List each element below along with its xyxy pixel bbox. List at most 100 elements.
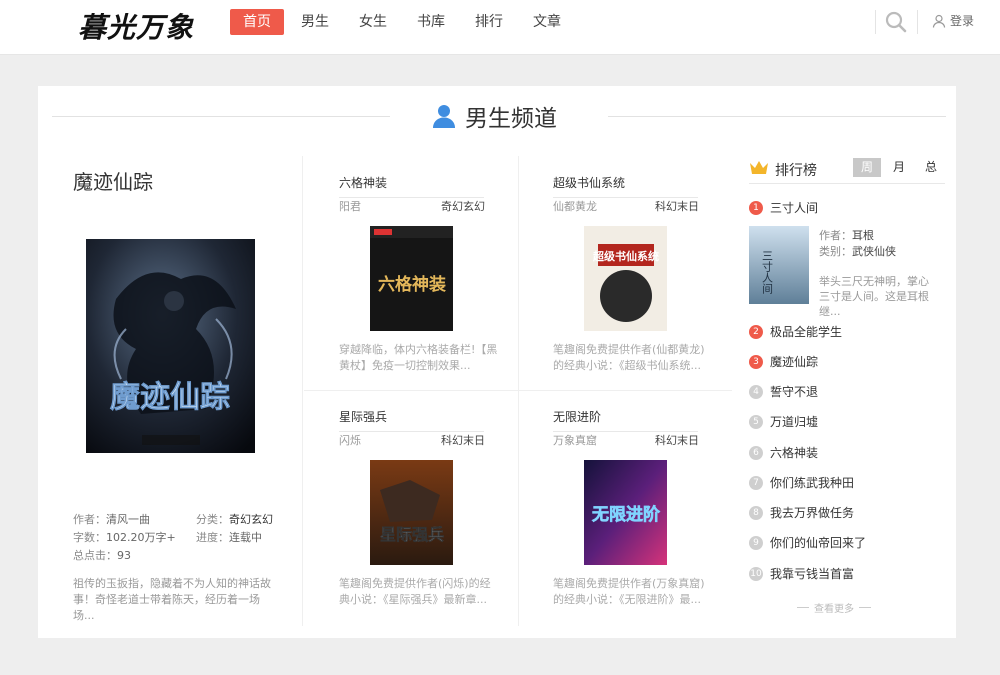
person-icon	[433, 105, 455, 128]
rank-number: 3	[749, 354, 763, 369]
tab-month[interactable]: 月	[885, 158, 913, 177]
rank-title: 三寸人间	[770, 201, 819, 215]
rank-number: 7	[749, 475, 763, 490]
book-author: 阳君	[339, 200, 361, 213]
book-cover[interactable]: 无限进阶	[584, 460, 667, 565]
header-divider	[917, 10, 918, 34]
ranking-item[interactable]: 1 三寸人间	[749, 199, 818, 216]
book-cover[interactable]: 六格神装	[370, 226, 453, 331]
featured-progress: 连载中	[229, 531, 262, 544]
rank-title: 誓守不退	[770, 385, 819, 399]
book-grid: 六格神装 阳君 奇幻玄幻 六格神装 穿越降临，体内六格装备栏!【黑黄杖】免疫一切…	[304, 156, 732, 626]
ranking-tabs: 周 月 总	[853, 158, 949, 177]
rank-title: 魔迹仙踪	[770, 355, 819, 369]
words-label: 字数：	[73, 531, 106, 544]
nav-ranking[interactable]: 排行	[462, 9, 516, 35]
crown-icon	[750, 161, 768, 174]
book-category: 科幻末日	[441, 434, 485, 447]
rank-title: 六格神装	[770, 446, 819, 460]
cover-title-text: 星际强兵	[380, 525, 444, 544]
nav-male[interactable]: 男生	[288, 9, 342, 35]
featured-author: 清风一曲	[106, 513, 150, 526]
divider	[608, 116, 946, 117]
rank-title: 我靠亏钱当首富	[770, 567, 855, 581]
divider	[797, 607, 809, 608]
ranking-item[interactable]: 9 你们的仙帝回来了	[749, 534, 866, 551]
book-description: 穿越降临，体内六格装备栏!【黑黄杖】免疫一切控制效果...	[339, 343, 498, 372]
ranking-panel: 排行榜 周 月 总 1 三寸人间 三寸人间 作者：耳根 类别：武侠仙侠 举头三尺无…	[732, 156, 956, 626]
nav-articles[interactable]: 文章	[520, 9, 574, 35]
ranking-item[interactable]: 7 你们练武我种田	[749, 474, 854, 491]
divider	[859, 607, 871, 608]
channel-heading: 男生频道	[433, 98, 557, 134]
ranking-item[interactable]: 2 极品全能学生	[749, 323, 842, 340]
rank-title: 极品全能学生	[770, 325, 843, 339]
nav-home[interactable]: 首页	[230, 9, 284, 35]
book-title[interactable]: 超级书仙系统	[553, 174, 698, 198]
book-description: 笔趣阁免费提供作者(闪烁)的经典小说：《星际强兵》最新章...	[339, 577, 491, 606]
book-title[interactable]: 无限进阶	[553, 408, 698, 432]
male-channel-panel: 男生频道 魔迹仙踪 魔迹仙踪 作者：清风一曲 分类：奇幻玄幻 字数：102.20…	[38, 86, 956, 638]
featured-book: 魔迹仙踪 魔迹仙踪 作者：清风一曲 分类：奇幻玄幻 字数：102.20万字+ 进…	[38, 156, 303, 626]
ranking-item[interactable]: 6 六格神装	[749, 444, 818, 461]
featured-description: 祖传的玉扳指，隐藏着不为人知的神话故事！奇怪老道士带着陈天，经历着一场场...	[73, 577, 271, 622]
author-label: 作者：	[819, 229, 852, 242]
ranking-item[interactable]: 3 魔迹仙踪	[749, 353, 818, 370]
login-link[interactable]: 登录	[932, 12, 974, 29]
ranking-top-meta: 作者：耳根 类别：武侠仙侠	[819, 228, 896, 260]
book-title[interactable]: 六格神装	[339, 174, 484, 198]
book-category: 科幻末日	[655, 200, 699, 213]
book-card: 超级书仙系统 仙都黄龙 科幻末日 超级书仙系统 笔趣阁免费提供作者(仙都黄龙)的…	[518, 156, 732, 390]
book-card: 无限进阶 万象真窟 科幻末日 无限进阶 笔趣阁免费提供作者(万象真窟)的经典小说…	[518, 390, 732, 624]
clicks-label: 总点击：	[73, 549, 117, 562]
site-logo[interactable]: 暮光万象	[78, 6, 194, 46]
book-cover[interactable]: 星际强兵	[370, 460, 453, 565]
cover-title-text: 三寸人间	[761, 250, 774, 295]
featured-cover[interactable]: 魔迹仙踪	[86, 239, 255, 453]
book-category: 奇幻玄幻	[441, 200, 485, 213]
category-label: 分类：	[196, 513, 229, 526]
featured-category: 奇幻玄幻	[229, 513, 273, 526]
ranking-item[interactable]: 4 誓守不退	[749, 383, 818, 400]
progress-label: 进度：	[196, 531, 229, 544]
ranking-top-detail: 三寸人间 作者：耳根 类别：武侠仙侠 举头三尺无神明，掌心三寸是人间。这是耳根继…	[749, 226, 945, 318]
rank-number: 6	[749, 445, 763, 460]
view-more-label: 查看更多	[814, 604, 854, 615]
category-label: 类别：	[819, 245, 852, 258]
channel-title: 男生频道	[465, 106, 557, 132]
search-icon[interactable]	[884, 10, 908, 34]
ranking-item[interactable]: 10 我靠亏钱当首富	[749, 565, 854, 582]
book-cover[interactable]: 三寸人间	[749, 226, 809, 304]
rank-top-category: 武侠仙侠	[852, 245, 896, 258]
rank-title: 我去万界做任务	[770, 506, 855, 520]
book-category: 科幻末日	[655, 434, 699, 447]
view-more-link[interactable]: 查看更多	[792, 600, 876, 615]
nav-library[interactable]: 书库	[404, 9, 458, 35]
featured-meta: 作者：清风一曲 分类：奇幻玄幻 字数：102.20万字+ 进度：连载中 总点击：…	[73, 511, 288, 565]
ranking-item[interactable]: 5 万道归墟	[749, 413, 818, 430]
rank-number: 8	[749, 505, 763, 520]
rank-number: 5	[749, 414, 763, 429]
login-label: 登录	[950, 14, 975, 28]
book-description: 笔趣阁免费提供作者(万象真窟)的经典小说：《无限进阶》最...	[553, 577, 705, 606]
book-card: 六格神装 阳君 奇幻玄幻 六格神装 穿越降临，体内六格装备栏!【黑黄杖】免疫一切…	[304, 156, 518, 390]
book-author: 万象真窟	[553, 434, 597, 447]
ranking-item[interactable]: 8 我去万界做任务	[749, 504, 854, 521]
main-nav: 首页 男生 女生 书库 排行 文章	[230, 9, 578, 35]
cover-title-text: 六格神装	[378, 274, 446, 295]
divider	[52, 116, 390, 117]
tab-week[interactable]: 周	[853, 158, 881, 177]
rank-number: 9	[749, 535, 763, 550]
book-author: 闪烁	[339, 434, 361, 447]
nav-female[interactable]: 女生	[346, 9, 400, 35]
book-title[interactable]: 星际强兵	[339, 408, 484, 432]
ranking-header: 排行榜 周 月 总	[749, 156, 945, 184]
user-icon	[932, 14, 946, 28]
ranking-title: 排行榜	[775, 163, 817, 179]
site-header: 暮光万象 首页 男生 女生 书库 排行 文章 登录	[0, 0, 1000, 55]
tab-total[interactable]: 总	[917, 158, 945, 177]
book-cover[interactable]: 超级书仙系统	[584, 226, 667, 331]
featured-title[interactable]: 魔迹仙踪	[73, 166, 153, 195]
rank-number: 4	[749, 384, 763, 399]
rank-number: 2	[749, 324, 763, 339]
